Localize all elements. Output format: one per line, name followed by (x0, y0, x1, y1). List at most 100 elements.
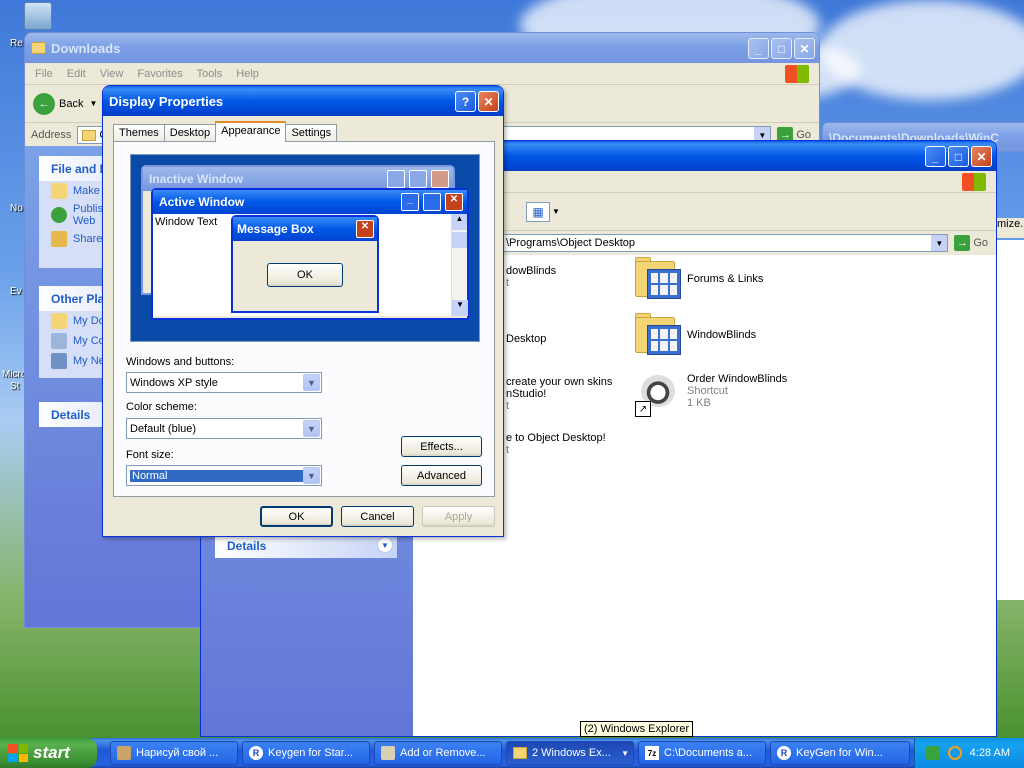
chevron-down-icon[interactable]: ▼ (303, 467, 320, 484)
taskbar-item[interactable]: 7z C:\Documents a... (638, 741, 766, 765)
add-remove-icon (381, 746, 395, 760)
shortcut-type: Shortcut (687, 385, 728, 397)
taskbar-item[interactable]: R KeyGen for Win... (770, 741, 910, 765)
file-name: create your own skins (506, 376, 613, 388)
effects-button[interactable]: Effects... (401, 436, 482, 457)
file-item-windowblinds[interactable]: dowBlinds t (506, 265, 556, 289)
go-button[interactable]: → Go (954, 235, 988, 251)
folder-name: WindowBlinds (687, 329, 757, 341)
preview-window-text: Window Text (155, 216, 218, 228)
preview-message-box: Message Box ✕ OK (231, 215, 379, 313)
desktop-label-re: Re (10, 38, 23, 49)
folder-item-forums[interactable]: Forums & Links (635, 257, 763, 301)
file-item-skinstudio[interactable]: create your own skins nStudio! t (506, 376, 612, 412)
address-input[interactable]: \Programs\Object Desktop ▼ (501, 234, 949, 252)
chevron-down-icon[interactable]: ▼ (303, 374, 320, 391)
desktop-label-st: St (10, 381, 20, 392)
file-name: dowBlinds (506, 265, 557, 277)
chevron-down-icon[interactable]: ▼ (303, 420, 320, 437)
desktop-label-no: No (10, 203, 23, 214)
back-button[interactable]: Back (59, 98, 83, 110)
start-button[interactable]: start (0, 738, 97, 768)
appearance-tab-page: Inactive Window Active Window _ ✕ Window… (113, 141, 495, 497)
apply-button[interactable]: Apply (422, 506, 495, 527)
ok-button[interactable]: OK (260, 506, 333, 527)
close-button[interactable]: ✕ (794, 38, 815, 59)
minimize-button[interactable]: _ (748, 38, 769, 59)
folder-icon (513, 747, 527, 759)
keygen-icon: R (777, 746, 791, 760)
help-button[interactable]: ? (455, 91, 476, 112)
tab-settings[interactable]: Settings (285, 124, 338, 142)
window-title: Downloads (51, 40, 121, 56)
color-scheme-select[interactable]: Default (blue) ▼ (126, 418, 322, 439)
color-scheme-label: Color scheme: (126, 401, 197, 413)
globe-icon (51, 207, 67, 223)
clock[interactable]: 4:28 AM (970, 747, 1010, 759)
address-label: Address (31, 129, 72, 141)
dialog-title: Display Properties (109, 93, 224, 109)
keygen-icon: R (249, 746, 263, 760)
folder-item-windowblinds[interactable]: WindowBlinds (635, 313, 756, 357)
views-icon[interactable]: ▦ (526, 201, 550, 222)
recycle-bin-icon[interactable] (24, 2, 52, 30)
windows-logo-icon (962, 172, 986, 191)
minimize-button[interactable]: _ (925, 146, 946, 167)
maximize-button[interactable]: □ (771, 38, 792, 59)
folder-icon (635, 313, 681, 357)
back-dropdown-icon[interactable]: ▼ (89, 99, 97, 108)
menu-edit[interactable]: Edit (67, 68, 86, 80)
file-item-welcome[interactable]: e to Object Desktop! t (506, 432, 606, 456)
advanced-button[interactable]: Advanced (401, 465, 482, 486)
task-label: Нарисуй свой ... (136, 747, 219, 759)
menu-file[interactable]: File (35, 68, 53, 80)
taskbar-item[interactable]: R Keygen for Star... (242, 741, 370, 765)
shortcut-item-order[interactable]: ↗ Order WindowBlinds Shortcut 1 KB (635, 373, 787, 417)
raccoon-shortcut-icon: ↗ (635, 373, 681, 417)
task-label: Publis Web (73, 203, 103, 227)
windows-buttons-select[interactable]: Windows XP style ▼ (126, 372, 322, 393)
file-item-desktop[interactable]: Desktop (506, 333, 546, 345)
right-window-content (997, 240, 1024, 600)
tray-search-icon[interactable] (947, 746, 962, 760)
tab-themes[interactable]: Themes (113, 124, 165, 142)
archive-icon: 7z (645, 746, 659, 760)
preview-inactive-title: Inactive Window (149, 172, 243, 186)
display-properties-dialog[interactable]: Display Properties ? ✕ Themes Desktop Ap… (102, 85, 504, 537)
task-label: Add or Remove... (400, 747, 486, 759)
taskbar: start Нарисуй свой ... R Keygen for Star.… (0, 738, 1024, 768)
dialog-titlebar[interactable]: Display Properties ? ✕ (103, 86, 503, 116)
downloads-titlebar[interactable]: Downloads _ □ ✕ (25, 33, 819, 63)
chevron-down-icon[interactable]: ▼ (931, 235, 948, 251)
network-icon (51, 353, 67, 369)
cancel-button[interactable]: Cancel (341, 506, 414, 527)
file-type: t (506, 277, 510, 289)
system-tray: 4:28 AM (914, 738, 1024, 768)
windows-flag-icon (8, 744, 28, 762)
preview-message-title: Message Box (237, 222, 314, 236)
font-size-select[interactable]: Normal ▼ (126, 465, 322, 486)
chevron-down-icon[interactable]: ▼ (377, 537, 393, 553)
right-window-fragment[interactable]: mize. (997, 218, 1024, 238)
group-dropdown-icon[interactable]: ▼ (621, 749, 629, 758)
desktop-label-micro: Micro (2, 369, 27, 380)
tray-network-icon[interactable] (925, 746, 940, 760)
taskbar-item[interactable]: Нарисуй свой ... (110, 741, 238, 765)
taskbar-item-active[interactable]: 2 Windows Ex... ▼ (506, 741, 634, 765)
place-label: My Co (73, 335, 105, 347)
go-arrow-icon: → (954, 235, 971, 251)
menu-tools[interactable]: Tools (197, 68, 223, 80)
views-dropdown-icon[interactable]: ▼ (552, 207, 560, 216)
maximize-button[interactable]: □ (948, 146, 969, 167)
tab-desktop[interactable]: Desktop (163, 124, 217, 142)
menu-favorites[interactable]: Favorites (137, 68, 182, 80)
taskbar-item[interactable]: Add or Remove... (374, 741, 502, 765)
close-button[interactable]: ✕ (971, 146, 992, 167)
close-button[interactable]: ✕ (478, 91, 499, 112)
menu-view[interactable]: View (100, 68, 124, 80)
tab-appearance[interactable]: Appearance (215, 121, 287, 142)
preview-ok-button: OK (267, 263, 343, 287)
back-arrow-icon[interactable]: ← (33, 92, 55, 115)
place-label: My Ne (73, 355, 105, 367)
menu-help[interactable]: Help (236, 68, 259, 80)
